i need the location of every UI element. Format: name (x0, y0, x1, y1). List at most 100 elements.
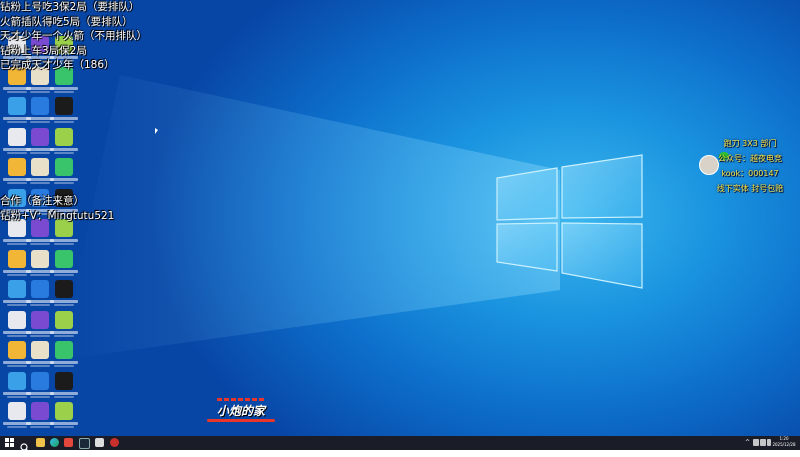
shortcut-label (54, 304, 74, 306)
shortcut-label (7, 426, 27, 428)
app-red-circle-icon[interactable] (110, 438, 119, 447)
app-icon (8, 402, 26, 420)
app-icon (8, 310, 26, 329)
shortcut-label (50, 117, 78, 120)
wps-icon (55, 97, 73, 115)
shortcut-label (54, 243, 74, 245)
network-icon[interactable] (753, 439, 759, 446)
overlay-line: 跑刀 3X3 部门 (723, 139, 777, 148)
overlay-line: 已完成天才少年（186） (0, 59, 115, 71)
shortcut-label (50, 300, 78, 303)
shortcut-label (30, 334, 50, 337)
desktop-shortcut[interactable] (50, 157, 82, 189)
shortcut-label (54, 151, 74, 154)
app-icon (8, 371, 26, 390)
taskbar: ^ 1:20 2025/12/28 (0, 436, 800, 453)
shortcut-label (50, 391, 78, 395)
desktop-shortcut[interactable] (50, 310, 82, 342)
edge-icon[interactable] (50, 438, 59, 447)
app-icon (31, 371, 49, 390)
app-icon (8, 158, 26, 176)
shortcut-label (7, 273, 27, 276)
shortcut-label (7, 304, 27, 306)
app-icon (31, 158, 49, 176)
taskbar-clock[interactable]: 1:20 2025/12/28 (770, 436, 798, 448)
shortcut-label (50, 330, 78, 334)
shortcut-label (54, 334, 74, 337)
clock-date: 2025/12/28 (772, 442, 796, 447)
app-icon (55, 158, 73, 176)
overlay-line: 火箭插队得吃5局（要排队） (0, 15, 133, 28)
shortcut-label (54, 182, 74, 184)
nvidia-icon (8, 127, 26, 146)
desktop-shortcut[interactable] (50, 96, 82, 128)
stream-overlay-right: 跑刀 3X3 部门 公众号：越夜电竞 kook：000147 线下实体 封号包赔 (700, 136, 800, 196)
shortcut-label (30, 182, 50, 184)
desktop-shortcut[interactable] (50, 279, 82, 311)
shortcut-label (50, 239, 78, 242)
overlay-line: 公众号：越夜电竞 (718, 154, 782, 163)
desktop-shortcut[interactable] (50, 249, 82, 281)
shortcut-label (7, 334, 27, 337)
watermark-underline (207, 419, 275, 422)
document-icon (55, 249, 73, 268)
desktop-shortcut[interactable] (50, 401, 82, 433)
folder-icon (31, 127, 49, 146)
shortcut-label (30, 304, 50, 306)
shortcut-label (7, 243, 27, 245)
shortcut-label (30, 121, 50, 123)
shortcut-label (7, 395, 27, 398)
shortcut-label (54, 90, 74, 93)
stream-watermark: 小炮的家 (203, 398, 279, 426)
shortcut-label (54, 121, 74, 123)
app-icon (31, 341, 49, 359)
steam-icon[interactable] (79, 438, 90, 449)
app-icon (31, 97, 49, 115)
shortcut-label (30, 90, 50, 93)
shortcut-label (50, 147, 78, 151)
overlay-line: kook：000147 (721, 169, 779, 178)
watermark-text: 小炮的家 (216, 404, 265, 418)
overlay-line: 天才少年一个火箭（不用排队） (0, 30, 147, 42)
file-explorer-icon[interactable] (36, 438, 45, 447)
stream-overlay-contact: 合作（备注来意） 钻粉+V：Mingtutu521 (0, 194, 114, 223)
windows-start-icon[interactable] (5, 438, 15, 448)
desktop-shortcut[interactable] (50, 371, 82, 403)
app-icon (55, 402, 73, 420)
razer-icon (31, 280, 49, 298)
shortcut-label (54, 273, 74, 276)
desktop-shortcut[interactable] (50, 340, 82, 372)
app-icon (31, 402, 49, 420)
shortcut-label (50, 86, 78, 90)
watermark-decor (217, 398, 265, 401)
shortcut-label (30, 426, 50, 428)
app-red-icon[interactable] (64, 438, 73, 447)
shortcut-label (30, 273, 50, 276)
mouse-cursor (155, 128, 158, 134)
overlay-line: 钻粉上号吃3保2局（要排队） (0, 1, 140, 13)
document-icon (55, 280, 73, 298)
app-icon (31, 310, 49, 329)
desktop[interactable]: 钻粉上号吃3保2局（要排队） 火箭插队得吃5局（要排队） 天才少年一个火箭（不用… (0, 0, 800, 436)
trash-icon (31, 249, 49, 268)
shortcut-label (50, 269, 78, 273)
app-icon (55, 310, 73, 329)
shortcut-label (30, 365, 50, 367)
shortcut-label (50, 422, 78, 425)
overlay-line: 线下实体 封号包赔 (716, 184, 784, 193)
edge-icon (8, 97, 26, 115)
volume-icon[interactable] (760, 439, 766, 446)
desktop-shortcut[interactable] (50, 127, 82, 159)
overlay-line: 钻粉+V：Mingtutu521 (0, 209, 115, 222)
shortcut-label (50, 178, 78, 181)
shortcut-label (54, 395, 74, 398)
app-icon (55, 371, 73, 390)
chevron-up-icon[interactable]: ^ (745, 439, 751, 446)
app-white-icon[interactable] (95, 438, 104, 447)
stream-overlay-left: 钻粉上号吃3保2局（要排队） 火箭插队得吃5局（要排队） 天才少年一个火箭（不用… (0, 0, 147, 73)
app-icon (8, 341, 26, 359)
overlay-line: 合作（备注来意） (0, 195, 84, 207)
search-icon[interactable] (20, 438, 30, 453)
shortcut-label (7, 121, 27, 123)
shortcut-label (54, 365, 74, 367)
